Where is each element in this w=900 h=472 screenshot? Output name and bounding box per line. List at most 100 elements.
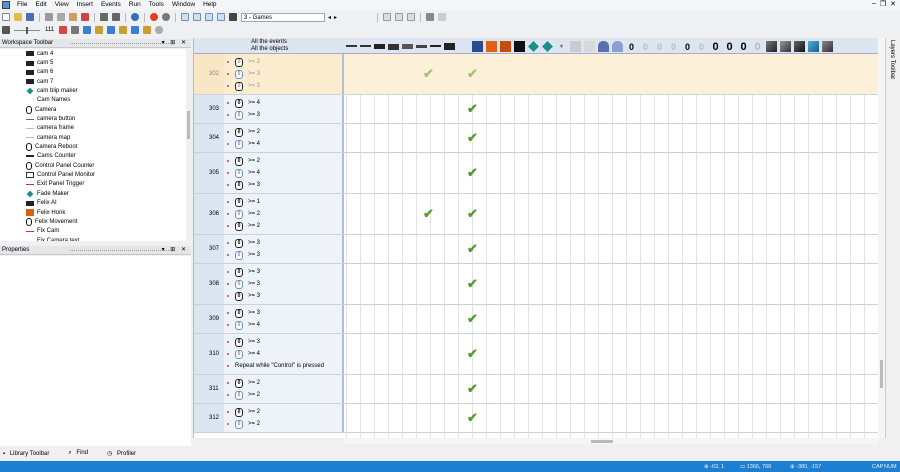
- panel-buttons[interactable]: ▾ ⊞ ✕: [162, 246, 188, 255]
- cut-icon[interactable]: [45, 13, 53, 21]
- event-number[interactable]: 310: [194, 334, 224, 374]
- grid-icon[interactable]: [83, 26, 92, 34]
- condition-line[interactable]: 0 >= 3: [224, 109, 342, 121]
- condition-line[interactable]: 0 >= 2: [224, 406, 342, 418]
- action-check-icon[interactable]: ✔: [467, 410, 478, 426]
- workspace-item[interactable]: camera button: [0, 114, 186, 123]
- frame-spin-down-icon[interactable]: [71, 26, 80, 34]
- workspace-item[interactable]: Control Panel Monitor: [0, 170, 186, 179]
- condition-line[interactable]: 0 >= 3: [224, 307, 342, 319]
- frame-select[interactable]: 3 - Games: [241, 12, 325, 22]
- counter-object-icon[interactable]: 0: [640, 41, 651, 52]
- workspace-scrollbar[interactable]: [186, 49, 191, 241]
- tab-library-toolbar[interactable]: ▪ Library Toolbar: [3, 451, 57, 457]
- panel-grip[interactable]: [70, 43, 169, 45]
- condition-line[interactable]: 0 >= 3: [224, 290, 342, 302]
- condition-line[interactable]: 0 >= 3: [224, 80, 342, 92]
- condition-line[interactable]: 0 >= 3: [224, 237, 342, 249]
- menu-tools[interactable]: Tools: [145, 0, 168, 10]
- zoom-icon[interactable]: [2, 26, 10, 34]
- workspace-item[interactable]: cam 5: [0, 58, 186, 67]
- counter-object-icon[interactable]: 0: [654, 41, 665, 52]
- sprite-object-icon[interactable]: [402, 44, 413, 49]
- orange-object-icon[interactable]: [500, 41, 511, 52]
- menu-file[interactable]: File: [13, 0, 31, 10]
- workspace-item[interactable]: Fix Cam: [0, 227, 186, 236]
- gradient-object-icon[interactable]: [780, 41, 791, 52]
- undo-icon[interactable]: [100, 13, 108, 21]
- event-number[interactable]: 309: [194, 305, 224, 333]
- open-folder-icon[interactable]: [14, 13, 22, 21]
- wand-icon[interactable]: [119, 26, 128, 34]
- snap-icon[interactable]: [143, 26, 152, 34]
- view-tiles-icon[interactable]: [205, 13, 213, 21]
- counter-object-icon[interactable]: 0: [710, 41, 721, 53]
- condition-line[interactable]: 0 >= 2: [224, 126, 342, 138]
- workspace-item[interactable]: Camera Reboot: [0, 142, 186, 152]
- condition-line[interactable]: 0 >= 3: [224, 249, 342, 261]
- workspace-item[interactable]: cam blip maker: [0, 86, 186, 95]
- magic-icon[interactable]: [95, 26, 104, 34]
- line-object-icon[interactable]: [360, 44, 371, 49]
- sprite-object-icon[interactable]: [388, 43, 399, 50]
- teal-diamond-icon[interactable]: [528, 41, 539, 52]
- menu-help[interactable]: Help: [199, 0, 220, 10]
- editor-vertical-scrollbar[interactable]: [878, 38, 885, 438]
- counter-object-icon[interactable]: 0: [724, 41, 735, 53]
- event-editor-icon[interactable]: [407, 13, 416, 21]
- menu-run[interactable]: Run: [125, 0, 145, 10]
- condition-line[interactable]: 0 >= 3: [224, 179, 342, 191]
- action-check-icon[interactable]: ✔: [467, 101, 478, 117]
- condition-line[interactable]: 0 >= 4: [224, 348, 342, 360]
- frame-spin-icon[interactable]: [59, 26, 68, 34]
- workspace-item[interactable]: cam 6: [0, 68, 186, 77]
- view-list-icon[interactable]: [193, 13, 201, 21]
- workspace-item[interactable]: camera frame: [0, 124, 186, 133]
- layers-toolbar[interactable]: Layers Toolbar: [885, 38, 900, 438]
- counter-object-icon[interactable]: 0: [696, 41, 707, 52]
- workspace-item[interactable]: cam 4: [0, 49, 186, 58]
- menu-edit[interactable]: Edit: [31, 0, 50, 10]
- storyboard-icon[interactable]: [229, 13, 237, 21]
- frame-editor-icon[interactable]: [395, 13, 404, 21]
- condition-line[interactable]: 0 >= 4: [224, 97, 342, 109]
- tab-find[interactable]: ⌕ Find: [68, 450, 96, 457]
- menu-view[interactable]: View: [51, 0, 73, 10]
- event-row[interactable]: 310 0 >= 3 0 >= 4 Repeat while "Control" is p…: [194, 334, 881, 375]
- scrollbar-thumb[interactable]: [880, 360, 883, 388]
- sprite-object-icon[interactable]: [444, 43, 455, 50]
- close-icon[interactable]: ✕: [890, 0, 896, 8]
- event-number[interactable]: 311: [194, 375, 224, 403]
- all-events-label[interactable]: All the events: [251, 39, 287, 45]
- condition-line[interactable]: 0 >= 3: [224, 278, 342, 290]
- action-check-icon[interactable]: ✔: [467, 130, 478, 146]
- workspace-item[interactable]: Felix Honk: [0, 208, 186, 217]
- condition-line[interactable]: 0 >= 2: [224, 418, 342, 430]
- stop-square-icon[interactable]: [426, 13, 435, 21]
- counter-object-icon[interactable]: 0: [738, 41, 749, 53]
- prev-frame-icon[interactable]: ◂: [328, 14, 331, 21]
- event-number[interactable]: 304: [194, 124, 224, 152]
- event-row[interactable]: 309 0 >= 3 0 >= 4 ✔: [194, 305, 881, 334]
- minimize-icon[interactable]: –: [872, 0, 876, 8]
- event-number[interactable]: 305: [194, 153, 224, 193]
- event-row[interactable]: 311 0 >= 2 0 >= 2 ✔: [194, 375, 881, 404]
- condition-line[interactable]: 0 >= 3: [224, 266, 342, 278]
- action-check-icon[interactable]: ✔: [467, 276, 478, 292]
- action-check-icon[interactable]: ✔: [467, 206, 478, 222]
- help-icon[interactable]: [131, 13, 139, 21]
- condition-line[interactable]: Repeat while "Control" is pressed: [224, 360, 342, 372]
- zoom-slider[interactable]: [14, 26, 40, 34]
- gray-object-icon[interactable]: [584, 41, 595, 52]
- black-object-icon[interactable]: [514, 41, 525, 52]
- workspace-item[interactable]: Fix Camera text: [0, 236, 186, 241]
- orange-object-icon[interactable]: [486, 41, 497, 52]
- workspace-item[interactable]: Cams Counter: [0, 152, 186, 161]
- save-icon[interactable]: [26, 13, 34, 21]
- action-check-icon[interactable]: ✔: [467, 311, 478, 327]
- event-row[interactable]: 302 0 >= 2 0 >= 3 0 >= 3 ✔ ✔: [194, 54, 881, 95]
- tab-profiler[interactable]: ◷ Profiler: [107, 450, 144, 457]
- panel-grip[interactable]: [70, 250, 169, 252]
- workspace-item[interactable]: Felix AI: [0, 199, 186, 208]
- small-object-icon[interactable]: ▾: [556, 41, 567, 52]
